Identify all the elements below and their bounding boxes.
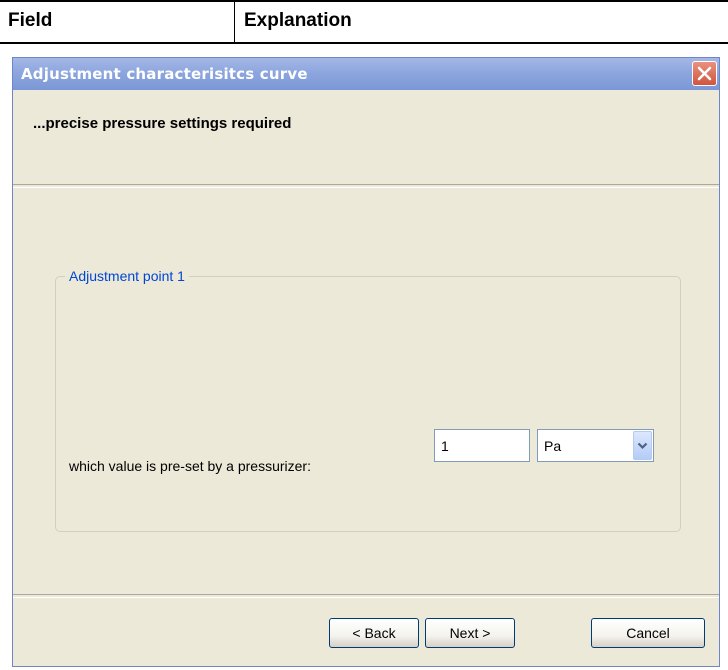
footer-separator xyxy=(13,594,719,598)
unit-dropdown-button[interactable] xyxy=(633,431,652,460)
back-button[interactable]: < Back xyxy=(329,618,419,648)
table-rule-top xyxy=(0,0,728,2)
unit-select[interactable]: Pa xyxy=(537,429,654,462)
wizard-header: ...precise pressure settings required xyxy=(13,90,719,185)
pressure-value-input[interactable] xyxy=(434,429,530,462)
dialog-titlebar[interactable]: Adjustment characterisitcs curve xyxy=(13,58,719,90)
doc-table-header: Field Explanation xyxy=(0,0,728,44)
adjustment-point-group xyxy=(55,276,681,532)
column-header-field: Field xyxy=(8,10,53,31)
column-header-explanation: Explanation xyxy=(244,10,352,31)
wizard-header-text: ...precise pressure settings required xyxy=(33,115,292,132)
next-button[interactable]: Next > xyxy=(425,618,515,648)
group-legend: Adjustment point 1 xyxy=(65,268,189,284)
chevron-down-icon xyxy=(637,442,648,450)
pressure-value-label: which value is pre-set by a pressurizer: xyxy=(69,458,311,474)
close-icon xyxy=(697,66,712,81)
unit-select-value: Pa xyxy=(544,438,562,454)
table-column-divider xyxy=(234,0,235,44)
adjustment-dialog: Adjustment characterisitcs curve ...prec… xyxy=(12,57,720,667)
header-separator xyxy=(13,184,719,188)
dialog-title: Adjustment characterisitcs curve xyxy=(21,65,308,83)
close-button[interactable] xyxy=(692,61,717,86)
cancel-button[interactable]: Cancel xyxy=(591,618,705,648)
table-rule-bottom xyxy=(0,42,728,44)
